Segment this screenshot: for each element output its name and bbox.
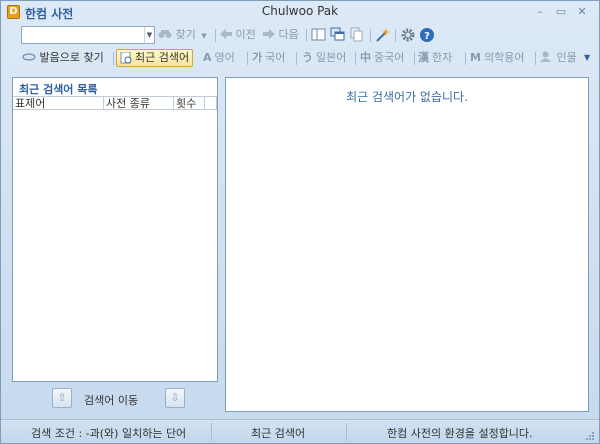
tab-korean-label: 국어 <box>265 51 286 64</box>
tab-recent-searches-label: 최근 검색어 <box>135 51 190 64</box>
resize-grip-icon[interactable] <box>585 431 595 441</box>
toolbar-divider <box>306 29 307 42</box>
column-header-count[interactable]: 횟수 <box>174 96 205 110</box>
multi-window-icon[interactable] <box>330 27 346 43</box>
forward-button[interactable]: 다음 <box>263 26 299 44</box>
find-label: 찾기 <box>175 28 196 41</box>
search-navigation-label: 검색어 이동 <box>84 394 139 407</box>
column-header-dictionary-type[interactable]: 사전 종류 <box>104 96 174 110</box>
english-icon: A <box>203 51 212 64</box>
layout-icon[interactable] <box>311 27 327 43</box>
recent-search-list-panel: 최근 검색어 목록 표제어 사전 종류 횟수 <box>12 77 218 382</box>
search-navigation: ⇧ 검색어 이동 ⇩ <box>12 386 218 412</box>
move-up-button[interactable]: ⇧ <box>52 388 72 408</box>
column-header-filler <box>205 96 217 110</box>
gear-icon[interactable] <box>400 27 416 43</box>
main-window: D 한컴 사전 Chulwoo Pak – ▭ ✕ ▼ 찾기 ▼ 이전 다음 ?… <box>0 0 600 444</box>
find-button[interactable]: 찾기 ▼ <box>158 26 207 44</box>
japanese-icon: う <box>302 51 313 64</box>
minimize-button[interactable]: – <box>533 6 547 18</box>
window-title: Chulwoo Pak <box>261 4 339 18</box>
tab-hanja-label: 한자 <box>432 51 453 64</box>
toolbar-divider <box>113 52 114 65</box>
tab-chinese[interactable]: 中 중국어 <box>360 49 404 67</box>
toolbar-divider <box>535 52 536 65</box>
tab-hanja[interactable]: 漢 한자 <box>418 49 452 67</box>
status-hint: 한컴 사전의 환경을 설정합니다. <box>387 427 533 440</box>
result-panel: 최근 검색어가 없습니다. <box>225 77 589 412</box>
status-bar: 검색 조건 : -과(와) 일치하는 단어 최근 검색어 한컴 사전의 환경을 … <box>1 419 599 443</box>
tab-chinese-label: 중국어 <box>374 51 405 64</box>
recent-search-list-title: 최근 검색어 목록 <box>19 83 98 96</box>
magic-wand-icon[interactable] <box>375 27 391 43</box>
tab-medical-terms[interactable]: M 의학용어 <box>470 49 524 67</box>
back-label: 이전 <box>235 28 256 41</box>
copy-icon[interactable] <box>349 27 365 43</box>
tab-korean[interactable]: 가 국어 <box>252 49 285 67</box>
medical-icon: M <box>470 51 481 64</box>
move-down-button[interactable]: ⇩ <box>165 388 185 408</box>
search-input[interactable]: ▼ <box>21 26 155 44</box>
column-header-headword[interactable]: 표제어 <box>13 96 104 110</box>
status-divider <box>346 423 347 441</box>
toolbar-divider <box>395 29 396 42</box>
pronounce-search-button[interactable]: 발음으로 찾기 <box>22 49 104 67</box>
close-button[interactable]: ✕ <box>575 6 589 18</box>
tab-english-label: 영어 <box>214 51 235 64</box>
empty-message: 최근 검색어가 없습니다. <box>346 90 468 104</box>
recent-list-icon <box>120 52 132 64</box>
tab-people-label: 인물 <box>556 51 577 64</box>
chinese-icon: 中 <box>360 51 371 64</box>
toolbar-divider <box>296 52 297 65</box>
title-bar: D 한컴 사전 Chulwoo Pak – ▭ ✕ <box>1 1 599 23</box>
help-icon[interactable]: ? <box>419 27 435 43</box>
arrow-left-icon <box>220 29 232 39</box>
dictionary-toolbar: 발음으로 찾기 최근 검색어 A 영어 가 국어 う 일본어 中 중국어 漢 한자 M 의학… <box>4 47 596 69</box>
main-toolbar: ▼ 찾기 ▼ 이전 다음 ? <box>4 24 596 46</box>
status-search-condition: 검색 조건 : -과(와) 일치하는 단어 <box>31 427 187 440</box>
korean-icon: 가 <box>252 51 263 64</box>
toolbar-divider <box>370 29 371 42</box>
lips-icon <box>22 53 36 61</box>
tab-japanese[interactable]: う 일본어 <box>302 49 346 67</box>
tab-recent-searches[interactable]: 최근 검색어 <box>116 49 194 67</box>
toolbar-divider <box>215 29 216 42</box>
tab-english[interactable]: A 영어 <box>203 49 235 67</box>
back-button[interactable]: 이전 <box>220 26 256 44</box>
toolbar-divider <box>465 52 466 65</box>
tab-japanese-label: 일본어 <box>316 51 347 64</box>
toolbar-divider <box>247 52 248 65</box>
person-icon <box>540 51 551 62</box>
forward-label: 다음 <box>278 28 299 41</box>
hanja-icon: 漢 <box>418 51 429 64</box>
svg-text:?: ? <box>424 31 430 42</box>
binoculars-icon <box>158 30 172 38</box>
tab-people[interactable]: 인물 <box>540 49 577 67</box>
toolbar-divider <box>355 52 356 65</box>
toolbar-more-button[interactable]: ▼ <box>584 49 590 67</box>
tab-medical-terms-label: 의학용어 <box>483 51 525 64</box>
find-dropdown-icon[interactable]: ▼ <box>201 32 206 40</box>
toolbar-divider <box>414 52 415 65</box>
arrow-right-icon <box>263 29 275 39</box>
pronounce-search-label: 발음으로 찾기 <box>39 51 104 64</box>
status-mode: 최근 검색어 <box>251 427 306 440</box>
maximize-button[interactable]: ▭ <box>554 6 568 18</box>
chevron-down-icon[interactable]: ▼ <box>144 27 154 43</box>
status-divider <box>211 423 212 441</box>
